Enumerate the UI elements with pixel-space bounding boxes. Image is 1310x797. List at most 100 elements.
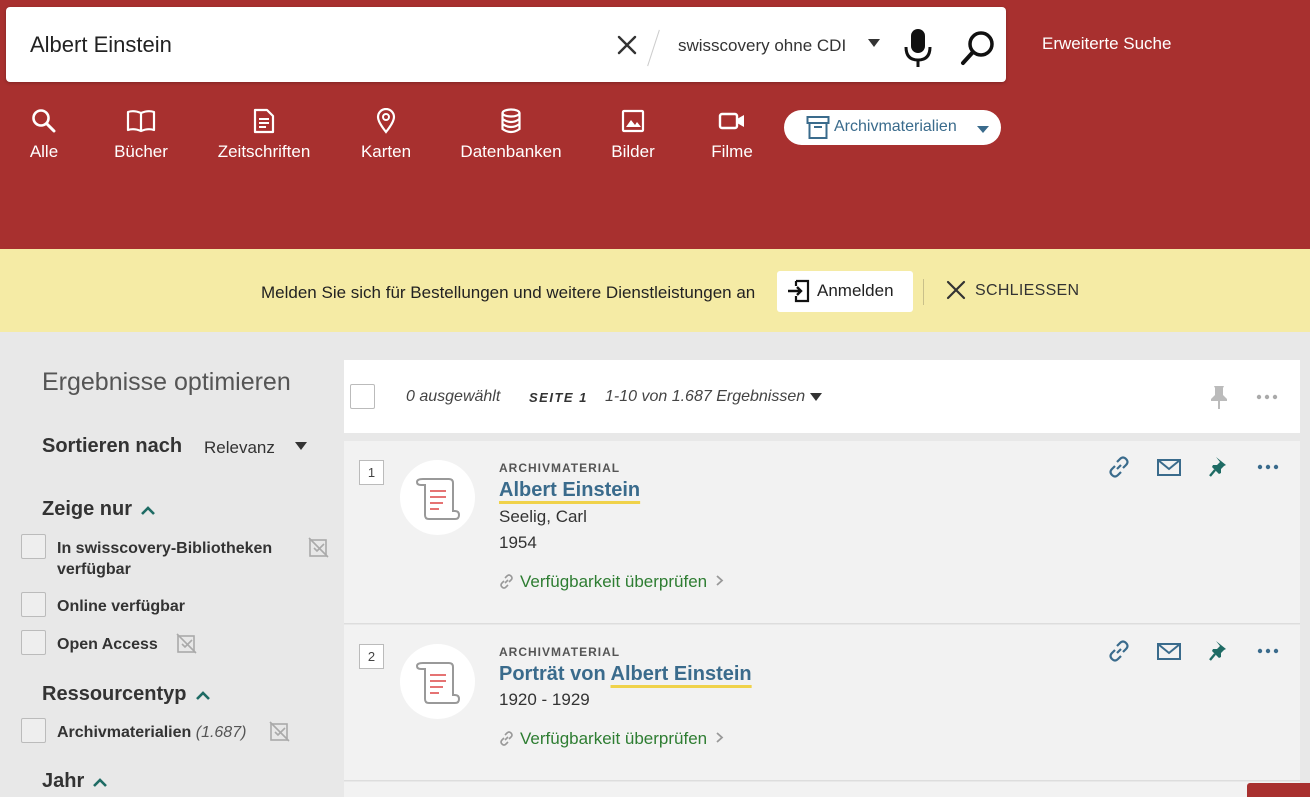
availability-label: Verfügbarkeit überprüfen xyxy=(520,572,708,591)
result-title[interactable]: Albert Einstein xyxy=(499,479,640,502)
result-type: ARCHIVMATERIAL xyxy=(499,645,621,659)
result-item[interactable]: 2 ARCHIVMATERIAL Porträt von Albert Eins… xyxy=(344,625,1300,781)
select-all-checkbox[interactable] xyxy=(350,384,375,409)
voice-search-button[interactable] xyxy=(902,27,934,69)
result-type: ARCHIVMATERIAL xyxy=(499,461,621,475)
search-divider xyxy=(647,29,660,67)
login-banner: Melden Sie sich für Bestellungen und wei… xyxy=(0,249,1310,332)
chevron-up-icon xyxy=(93,777,108,787)
tab-label: Alle xyxy=(29,142,59,161)
result-author[interactable]: Seelig, Carl xyxy=(499,507,587,527)
caret-down-icon xyxy=(977,126,989,133)
more-options-icon[interactable] xyxy=(1256,394,1278,400)
result-actions xyxy=(1104,639,1284,667)
exclude-icon[interactable] xyxy=(269,720,291,742)
result-thumbnail[interactable] xyxy=(400,460,475,535)
checkbox[interactable] xyxy=(21,592,46,617)
chevron-up-icon xyxy=(141,505,155,515)
exclude-icon[interactable] xyxy=(176,632,198,654)
scroll-document-icon xyxy=(415,478,461,520)
pin-icon[interactable] xyxy=(1208,455,1230,479)
facet-resource-type-header[interactable]: Ressourcentyp xyxy=(42,683,211,706)
facet-title: Zeige nur xyxy=(42,498,133,520)
archive-dropdown-label: Archivmaterialien xyxy=(834,118,957,135)
email-icon[interactable] xyxy=(1156,639,1182,663)
search-box: Albert Einstein swisscovery ohne CDI xyxy=(6,7,1006,82)
result-item[interactable]: 1 ARCHIVMATERIAL Albert Einstein Seelig,… xyxy=(344,441,1300,624)
result-number[interactable]: 1 xyxy=(359,460,384,485)
header: Albert Einstein swisscovery ohne CDI Erw… xyxy=(0,0,1310,249)
result-title[interactable]: Porträt von Albert Einstein xyxy=(499,663,752,686)
archive-dropdown[interactable]: Archivmaterialien xyxy=(784,110,1001,145)
microphone-icon xyxy=(904,29,932,67)
sort-label: Sortieren nach xyxy=(42,435,183,457)
result-title-highlight: Albert Einstein xyxy=(610,663,752,685)
page-indicator: SEITE 1 xyxy=(529,390,588,405)
result-date: 1920 - 1929 xyxy=(499,690,590,709)
link-icon xyxy=(500,731,513,746)
scope-select[interactable]: swisscovery ohne CDI xyxy=(678,36,846,56)
tab-bilder[interactable]: Bilder xyxy=(606,108,660,162)
archive-box-icon xyxy=(806,116,830,139)
chevron-right-icon xyxy=(716,732,724,743)
tab-filme[interactable]: Filme xyxy=(706,108,758,162)
chevron-right-icon xyxy=(716,575,724,586)
caret-down-icon[interactable] xyxy=(295,442,307,450)
facet-label-line2: verfügbar xyxy=(57,561,131,578)
video-icon xyxy=(718,112,744,130)
result-thumbnail[interactable] xyxy=(400,644,475,719)
tab-label: Bilder xyxy=(611,142,655,161)
close-banner-label: SCHLIESSEN xyxy=(975,282,1080,299)
availability-link[interactable]: Verfügbarkeit überprüfen xyxy=(499,572,730,592)
sign-in-icon xyxy=(788,279,810,303)
clear-search-button[interactable] xyxy=(613,31,641,59)
more-options-icon[interactable] xyxy=(1257,648,1279,654)
availability-label: Verfügbarkeit überprüfen xyxy=(520,729,708,748)
permalink-icon[interactable] xyxy=(1107,639,1131,663)
close-icon xyxy=(946,280,966,300)
search-submit-button[interactable] xyxy=(959,29,997,67)
caret-down-icon[interactable] xyxy=(868,39,880,47)
results-toolbar: 0 ausgewählt SEITE 1 1-10 von 1.687 Erge… xyxy=(344,360,1300,433)
close-icon xyxy=(617,35,637,55)
facet-year-header[interactable]: Jahr xyxy=(42,770,108,793)
tab-datenbanken[interactable]: Datenbanken xyxy=(458,108,564,162)
checkbox[interactable] xyxy=(21,718,46,743)
tab-label: Zeitschriften xyxy=(217,142,311,161)
feedback-tab[interactable] xyxy=(1247,783,1310,797)
results-range[interactable]: 1-10 von 1.687 Ergebnissen xyxy=(605,388,805,406)
tab-zeitschriften[interactable]: Zeitschriften xyxy=(213,108,315,162)
sort-select[interactable]: Relevanz xyxy=(204,438,275,458)
permalink-icon[interactable] xyxy=(1107,455,1131,479)
caret-down-icon[interactable] xyxy=(810,393,822,401)
more-options-icon[interactable] xyxy=(1257,464,1279,470)
banner-divider xyxy=(923,279,924,305)
facet-show-only-header[interactable]: Zeige nur xyxy=(42,498,156,521)
facet-label: Online verfügbar xyxy=(57,598,186,615)
facet-label-line1: In swisscovery-Bibliotheken xyxy=(57,540,273,557)
pin-icon[interactable] xyxy=(1208,384,1230,410)
result-title-highlight: Albert Einstein xyxy=(499,479,641,501)
checkbox[interactable] xyxy=(21,534,46,559)
pin-icon[interactable] xyxy=(1208,639,1230,663)
journal-icon xyxy=(253,108,275,134)
login-button[interactable]: Anmelden xyxy=(777,271,913,312)
facet-label: Open Access xyxy=(57,636,158,653)
tab-label: Datenbanken xyxy=(460,142,562,161)
result-date: 1954 xyxy=(499,533,537,552)
advanced-search-link[interactable]: Erweiterte Suche xyxy=(1042,34,1171,54)
search-input[interactable]: Albert Einstein xyxy=(30,32,172,58)
tab-alle[interactable]: Alle xyxy=(24,108,64,162)
result-title-prefix: Porträt von xyxy=(499,663,611,685)
facet-count: (1.687) xyxy=(195,724,247,741)
email-icon[interactable] xyxy=(1156,455,1182,479)
result-number[interactable]: 2 xyxy=(359,644,384,669)
result-item[interactable] xyxy=(344,782,1300,797)
availability-link[interactable]: Verfügbarkeit überprüfen xyxy=(499,729,730,749)
exclude-icon[interactable] xyxy=(308,536,330,558)
tab-karten[interactable]: Karten xyxy=(356,108,416,162)
database-icon xyxy=(501,108,521,134)
tab-buecher[interactable]: Bücher xyxy=(108,108,174,162)
checkbox[interactable] xyxy=(21,630,46,655)
book-icon xyxy=(126,110,156,133)
